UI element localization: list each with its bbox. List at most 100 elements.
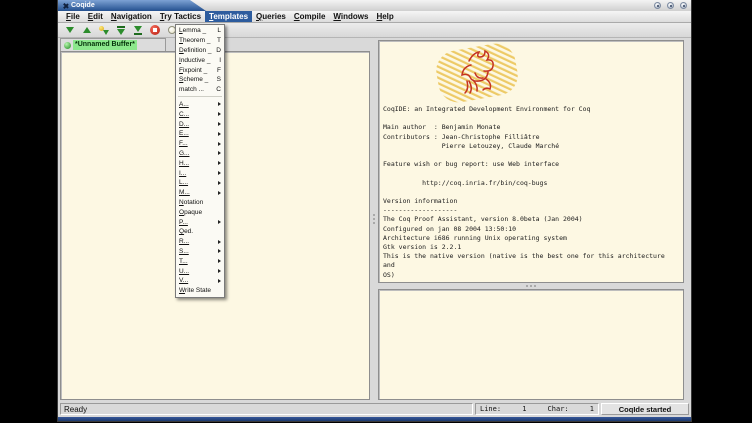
menu-shortcut: T [217, 37, 221, 44]
menu-bar: File Edit Navigation Try Tactics Templat… [58, 11, 691, 23]
menu-shortcut: I [219, 57, 221, 64]
restart-from-top-icon [117, 26, 125, 28]
templates-menu-item[interactable]: G... [176, 149, 224, 159]
templates-menu-item[interactable] [178, 96, 222, 99]
restart-button[interactable] [114, 24, 128, 37]
goto-cursor-button[interactable] [97, 24, 111, 37]
forward-down-arrow-icon [66, 27, 74, 33]
submenu-arrow-icon [218, 112, 221, 116]
templates-menu-item[interactable]: Lemma _ L [176, 26, 224, 36]
vertical-splitter[interactable] [370, 38, 378, 400]
buffer-status-icon [64, 42, 71, 49]
title-tab[interactable]: Coqide [58, 0, 206, 11]
templates-dropdown-menu: Lemma _ L Theorem _ T Definition _ D [175, 24, 225, 298]
submenu-arrow-icon [218, 171, 221, 175]
goto-end-button[interactable] [131, 24, 145, 37]
char-value: 1 [590, 405, 594, 413]
submenu-arrow-icon [218, 220, 221, 224]
menu-item[interactable]: Compile [290, 11, 330, 22]
submenu-arrow-icon [218, 249, 221, 253]
buffer-tab-label: *Unnamed Buffer* [73, 40, 137, 50]
templates-menu-item[interactable]: E... [176, 129, 224, 139]
submenu-arrow-icon [218, 259, 221, 263]
status-bar: Ready Line: 1 Char: 1 CoqIde started [58, 402, 691, 416]
backward-button[interactable] [80, 24, 94, 37]
menu-shortcut: L [217, 27, 221, 34]
coqide-started-badge: CoqIde started [601, 403, 689, 415]
templates-menu-item[interactable]: D... [176, 119, 224, 129]
main-content: *Unnamed Buffer* [58, 38, 691, 402]
templates-menu-item[interactable]: I... [176, 168, 224, 178]
menu-item[interactable]: Help [372, 11, 397, 22]
submenu-arrow-icon [218, 151, 221, 155]
char-label: Char: [548, 405, 569, 413]
menu-shortcut: C [216, 86, 221, 93]
templates-menu-item[interactable]: Notation [176, 198, 224, 208]
submenu-arrow-icon [218, 161, 221, 165]
menu-shortcut: F [217, 67, 221, 74]
menu-item[interactable]: Templates [205, 11, 252, 22]
templates-menu-item[interactable]: S... [176, 247, 224, 257]
menu-item[interactable]: Windows [329, 11, 372, 22]
templates-menu-item[interactable]: H... [176, 158, 224, 168]
line-char-indicator: Line: 1 Char: 1 [475, 403, 599, 415]
menu-item[interactable]: File [62, 11, 84, 22]
templates-menu-item[interactable]: C... [176, 109, 224, 119]
minimize-button-icon[interactable] [654, 2, 661, 9]
templates-menu-item[interactable]: M... [176, 188, 224, 198]
templates-menu-item[interactable]: Scheme _ S [176, 75, 224, 85]
submenu-arrow-icon [218, 102, 221, 106]
templates-menu-item[interactable]: Theorem _ T [176, 36, 224, 46]
templates-menu-item[interactable]: Opaque [176, 207, 224, 217]
templates-menu-item[interactable]: L... [176, 178, 224, 188]
templates-menu-item[interactable]: V... [176, 276, 224, 286]
submenu-arrow-icon [218, 122, 221, 126]
templates-menu-item[interactable]: P... [176, 217, 224, 227]
templates-menu-item[interactable]: F... [176, 139, 224, 149]
templates-menu-item[interactable]: Qed. [176, 227, 224, 237]
templates-menu-item[interactable]: R... [176, 237, 224, 247]
interrupt-stop-icon [150, 25, 160, 35]
goal-panel[interactable]: CoqIDE: an Integrated Development Enviro… [378, 40, 684, 283]
line-label: Line: [480, 405, 501, 413]
right-pane: CoqIDE: an Integrated Development Enviro… [378, 38, 684, 400]
coq-rooster-logo [431, 43, 523, 103]
templates-menu-item[interactable]: match ... C [176, 85, 224, 95]
go-to-end-icon [134, 26, 142, 32]
menu-item[interactable]: Edit [84, 11, 107, 22]
submenu-arrow-icon [218, 191, 221, 195]
menu-shortcut: D [216, 47, 221, 54]
submenu-arrow-icon [218, 279, 221, 283]
status-message: Ready [60, 403, 473, 415]
submenu-arrow-icon [218, 181, 221, 185]
close-button-icon[interactable] [680, 2, 687, 9]
title-bar[interactable]: Coqide [58, 0, 691, 11]
templates-menu-item[interactable]: A... [176, 100, 224, 110]
message-panel[interactable] [378, 289, 684, 400]
templates-menu-item[interactable]: U... [176, 266, 224, 276]
line-value: 1 [522, 405, 526, 413]
menu-shortcut: S [217, 76, 221, 83]
menu-item[interactable]: Queries [252, 11, 290, 22]
submenu-arrow-icon [218, 269, 221, 273]
buffer-tab[interactable]: *Unnamed Buffer* [60, 38, 166, 51]
menu-item[interactable]: Navigation [107, 11, 156, 22]
go-to-cursor-icon [99, 25, 109, 35]
templates-menu-item[interactable]: Inductive _ I [176, 55, 224, 65]
app-icon [62, 3, 68, 9]
submenu-arrow-icon [218, 240, 221, 244]
window-bottom-border [58, 417, 691, 421]
templates-menu-item[interactable]: T... [176, 256, 224, 266]
coqide-window: Coqide File Edit Navigation Try Tactics [58, 0, 691, 421]
maximize-button-icon[interactable] [667, 2, 674, 9]
templates-menu-item[interactable]: Definition _ D [176, 46, 224, 56]
templates-menu-item[interactable]: Fixpoint _ F [176, 65, 224, 75]
submenu-arrow-icon [218, 142, 221, 146]
submenu-arrow-icon [218, 132, 221, 136]
menu-item[interactable]: Try Tactics [156, 11, 205, 22]
window-title: Coqide [71, 0, 95, 11]
interrupt-button[interactable] [148, 24, 162, 37]
coqide-about-text: CoqIDE: an Integrated Development Enviro… [379, 103, 683, 282]
templates-menu-item[interactable]: Write State [176, 286, 224, 296]
forward-button[interactable] [63, 24, 77, 37]
